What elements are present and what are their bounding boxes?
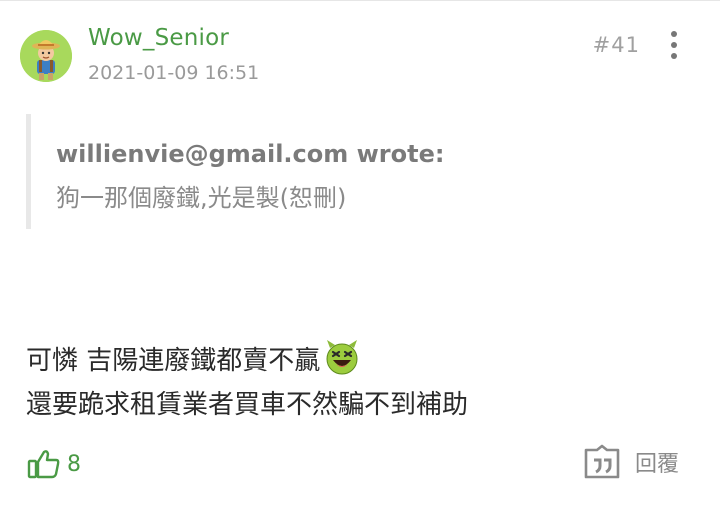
- thumbs-up-icon: [27, 450, 60, 479]
- quote-reply-icon: [584, 444, 620, 479]
- post-content: 可憐 吉陽連廢鐵都賣不贏 還要跪求租賃業者買車不然騙不到補助: [26, 339, 468, 427]
- username[interactable]: Wow_Senior: [88, 25, 229, 51]
- reply-label: 回覆: [635, 452, 680, 477]
- quote-text: 狗一那個廢鐵,光是製(恕刪): [56, 184, 347, 212]
- more-vertical-icon[interactable]: [664, 31, 684, 59]
- hiker-avatar-icon: [20, 30, 72, 82]
- floor-number: #41: [592, 33, 640, 57]
- post-timestamp: 2021-01-09 16:51: [88, 62, 260, 84]
- reply-button[interactable]: 回覆: [583, 444, 679, 480]
- content-line-1: 可憐 吉陽連廢鐵都賣不贏: [26, 339, 468, 383]
- like-count: 8: [67, 451, 81, 477]
- quote-author: willienvie@gmail.com wrote:: [56, 140, 445, 168]
- quote-block: willienvie@gmail.com wrote: 狗一那個廢鐵,光是製(恕…: [26, 114, 671, 229]
- forum-post: Wow_Senior 2021-01-09 16:51 #41 willienv…: [0, 0, 720, 513]
- avatar[interactable]: [20, 30, 72, 82]
- devil-laugh-emoji-icon: [326, 340, 358, 375]
- like-button[interactable]: 8: [27, 449, 81, 479]
- content-line-2: 還要跪求租賃業者買車不然騙不到補助: [26, 390, 469, 420]
